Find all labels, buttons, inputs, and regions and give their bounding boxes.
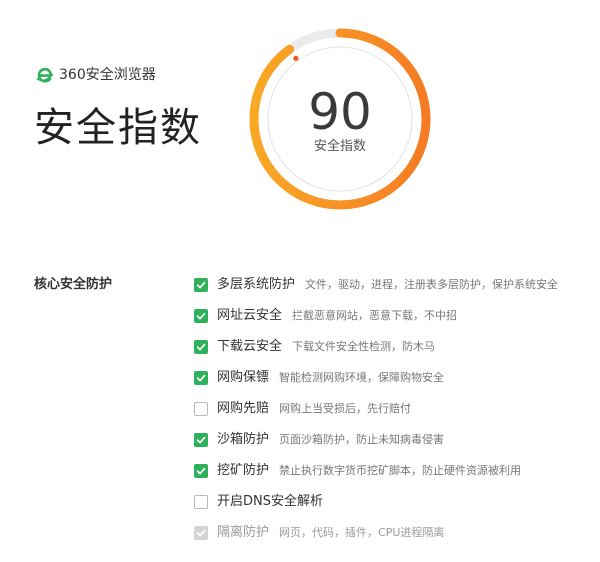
checkmark-icon: [196, 467, 206, 475]
checkmark-icon: [196, 436, 206, 444]
checkmark-icon: [196, 312, 206, 320]
checkmark-icon: [196, 343, 206, 351]
multi-layer-system-checkbox[interactable]: [194, 278, 208, 292]
gauge-marker-dot: [293, 55, 299, 61]
protection-item-shopping-compensation: 网购先赔 网购上当受损后，先行赔付: [194, 400, 558, 431]
protection-item-shopping-guard: 网购保镖 智能检测网购环境，保障购物安全: [194, 369, 558, 400]
mining-name[interactable]: 挖矿防护: [217, 462, 269, 480]
brand: 360安全浏览器: [36, 66, 156, 84]
protection-item-url-cloud: 网址云安全 拦截恶意网站，恶意下载，不中招: [194, 307, 558, 338]
protection-item-dns-security: 开启DNS安全解析: [194, 493, 558, 524]
shopping-guard-description: 智能检测网购环境，保障购物安全: [279, 371, 445, 384]
sandbox-checkbox[interactable]: [194, 433, 208, 447]
dns-security-checkbox[interactable]: [194, 495, 208, 509]
protection-item-download-cloud: 下载云安全 下载文件安全性检测，防木马: [194, 338, 558, 369]
shopping-compensation-description: 网购上当受损后，先行赔付: [279, 402, 412, 415]
core-protection-list: 多层系统防护 文件，驱动，进程，注册表多层防护，保护系统安全 网址云安全 拦截恶意网站…: [194, 276, 558, 555]
shopping-compensation-name[interactable]: 网购先赔: [217, 400, 269, 418]
download-cloud-name[interactable]: 下载云安全: [217, 338, 282, 356]
protection-item-mining: 挖矿防护 禁止执行数字货币挖矿脚本，防止硬件资源被利用: [194, 462, 558, 493]
download-cloud-description: 下载文件安全性检测，防木马: [292, 340, 436, 353]
url-cloud-checkbox[interactable]: [194, 309, 208, 323]
mining-description: 禁止执行数字货币挖矿脚本，防止硬件资源被利用: [279, 464, 522, 477]
sandbox-name[interactable]: 沙箱防护: [217, 431, 269, 449]
page-title: 安全指数: [34, 105, 202, 151]
shopping-guard-name[interactable]: 网购保镖: [217, 369, 269, 387]
checkmark-icon: [196, 281, 206, 289]
core-protection-label: 核心安全防护: [34, 277, 113, 292]
isolation-description: 网页，代码，插件，CPU进程隔离: [279, 526, 445, 539]
protection-item-isolation: 隔离防护 网页，代码，插件，CPU进程隔离: [194, 524, 558, 555]
brand-name: 360安全浏览器: [59, 67, 156, 83]
security-score-value: 90: [308, 83, 372, 141]
isolation-name: 隔离防护: [217, 525, 270, 540]
security-score-gauge: 90 安全指数: [245, 24, 435, 214]
shopping-compensation-checkbox[interactable]: [194, 402, 208, 416]
dns-security-name[interactable]: 开启DNS安全解析: [217, 493, 323, 511]
protection-item-multi-layer-system: 多层系统防护 文件，驱动，进程，注册表多层防护，保护系统安全: [194, 276, 558, 307]
isolation-checkbox: [194, 526, 208, 540]
download-cloud-checkbox[interactable]: [194, 340, 208, 354]
url-cloud-description: 拦截恶意网站，恶意下载，不中招: [292, 309, 458, 322]
mining-checkbox[interactable]: [194, 464, 208, 478]
shopping-guard-checkbox[interactable]: [194, 371, 208, 385]
360-browser-logo-icon: [36, 67, 54, 83]
checkmark-icon: [196, 529, 206, 537]
security-score-label: 安全指数: [313, 139, 366, 154]
checkmark-icon: [196, 374, 206, 382]
url-cloud-name[interactable]: 网址云安全: [217, 307, 282, 325]
multi-layer-system-description: 文件，驱动，进程，注册表多层防护，保护系统安全: [305, 278, 559, 291]
protection-item-sandbox: 沙箱防护 页面沙箱防护，防止未知病毒侵害: [194, 431, 558, 462]
sandbox-description: 页面沙箱防护，防止未知病毒侵害: [279, 433, 445, 446]
multi-layer-system-name[interactable]: 多层系统防护: [217, 276, 295, 294]
